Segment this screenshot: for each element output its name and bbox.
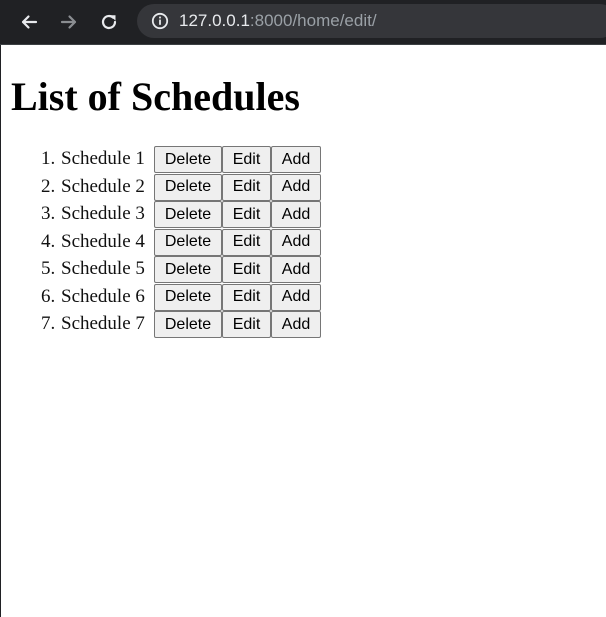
delete-button[interactable]: Delete <box>154 173 222 201</box>
forward-icon <box>60 15 77 29</box>
schedule-list: 1. Schedule 1 Delete Edit Add 2. Schedul… <box>0 145 330 338</box>
schedule-item: 7. Schedule 7 Delete Edit Add <box>0 310 330 338</box>
add-button[interactable]: Add <box>271 146 321 173</box>
delete-button[interactable]: Delete <box>154 283 222 311</box>
delete-button[interactable]: Delete <box>154 146 222 173</box>
schedule-item: 5. Schedule 5 Delete Edit Add <box>0 255 330 283</box>
schedule-number: 5. <box>41 258 56 279</box>
reload-icon <box>101 14 117 30</box>
url-path: :8000/home/edit/ <box>249 11 377 30</box>
toolbar-divider <box>0 44 606 45</box>
url-text[interactable]: 127.0.0.1:8000/home/edit/ <box>179 11 377 31</box>
schedule-name: Schedule 1 <box>61 148 145 169</box>
info-icon[interactable] <box>151 12 169 30</box>
schedule-number: 6. <box>41 285 56 307</box>
add-button[interactable]: Add <box>271 201 321 228</box>
schedule-number: 3. <box>41 203 56 224</box>
schedule-item: 2. Schedule 2 Delete Edit Add <box>0 173 330 201</box>
schedule-number: 2. <box>41 175 56 197</box>
forward-button[interactable] <box>55 8 83 36</box>
delete-button[interactable]: Delete <box>154 228 222 256</box>
delete-button[interactable]: Delete <box>154 256 222 283</box>
delete-button[interactable]: Delete <box>154 201 222 228</box>
delete-button[interactable]: Delete <box>154 311 222 338</box>
schedule-item: 3. Schedule 3 Delete Edit Add <box>0 200 330 228</box>
address-bar[interactable]: 127.0.0.1:8000/home/edit/ <box>137 4 606 38</box>
reload-button[interactable] <box>95 8 123 36</box>
schedule-item: 6. Schedule 6 Delete Edit Add <box>0 283 330 311</box>
browser-toolbar: 127.0.0.1:8000/home/edit/ <box>0 0 606 44</box>
edit-button[interactable]: Edit <box>222 173 271 201</box>
schedule-name: Schedule 5 <box>61 258 145 279</box>
add-button[interactable]: Add <box>271 311 321 338</box>
edit-button[interactable]: Edit <box>222 283 271 311</box>
schedule-name: Schedule 2 <box>61 175 145 197</box>
edit-button[interactable]: Edit <box>222 256 271 283</box>
back-button[interactable] <box>15 8 43 36</box>
schedule-number: 4. <box>41 230 56 252</box>
add-button[interactable]: Add <box>271 173 321 201</box>
schedule-name: Schedule 4 <box>61 230 145 252</box>
schedule-name: Schedule 7 <box>61 313 145 334</box>
schedule-name: Schedule 3 <box>61 203 145 224</box>
edit-button[interactable]: Edit <box>222 201 271 228</box>
add-button[interactable]: Add <box>271 283 321 311</box>
schedule-number: 7. <box>41 313 56 334</box>
page-title: List of Schedules <box>11 74 300 119</box>
edit-button[interactable]: Edit <box>222 228 271 256</box>
edit-button[interactable]: Edit <box>222 311 271 338</box>
add-button[interactable]: Add <box>271 228 321 256</box>
schedule-number: 1. <box>41 148 56 169</box>
edit-button[interactable]: Edit <box>222 146 271 173</box>
schedule-item: 4. Schedule 4 Delete Edit Add <box>0 228 330 256</box>
back-icon <box>21 15 38 29</box>
schedule-item: 1. Schedule 1 Delete Edit Add <box>0 145 330 173</box>
add-button[interactable]: Add <box>271 256 321 283</box>
schedule-name: Schedule 6 <box>61 285 145 307</box>
url-host: 127.0.0.1 <box>179 11 250 30</box>
